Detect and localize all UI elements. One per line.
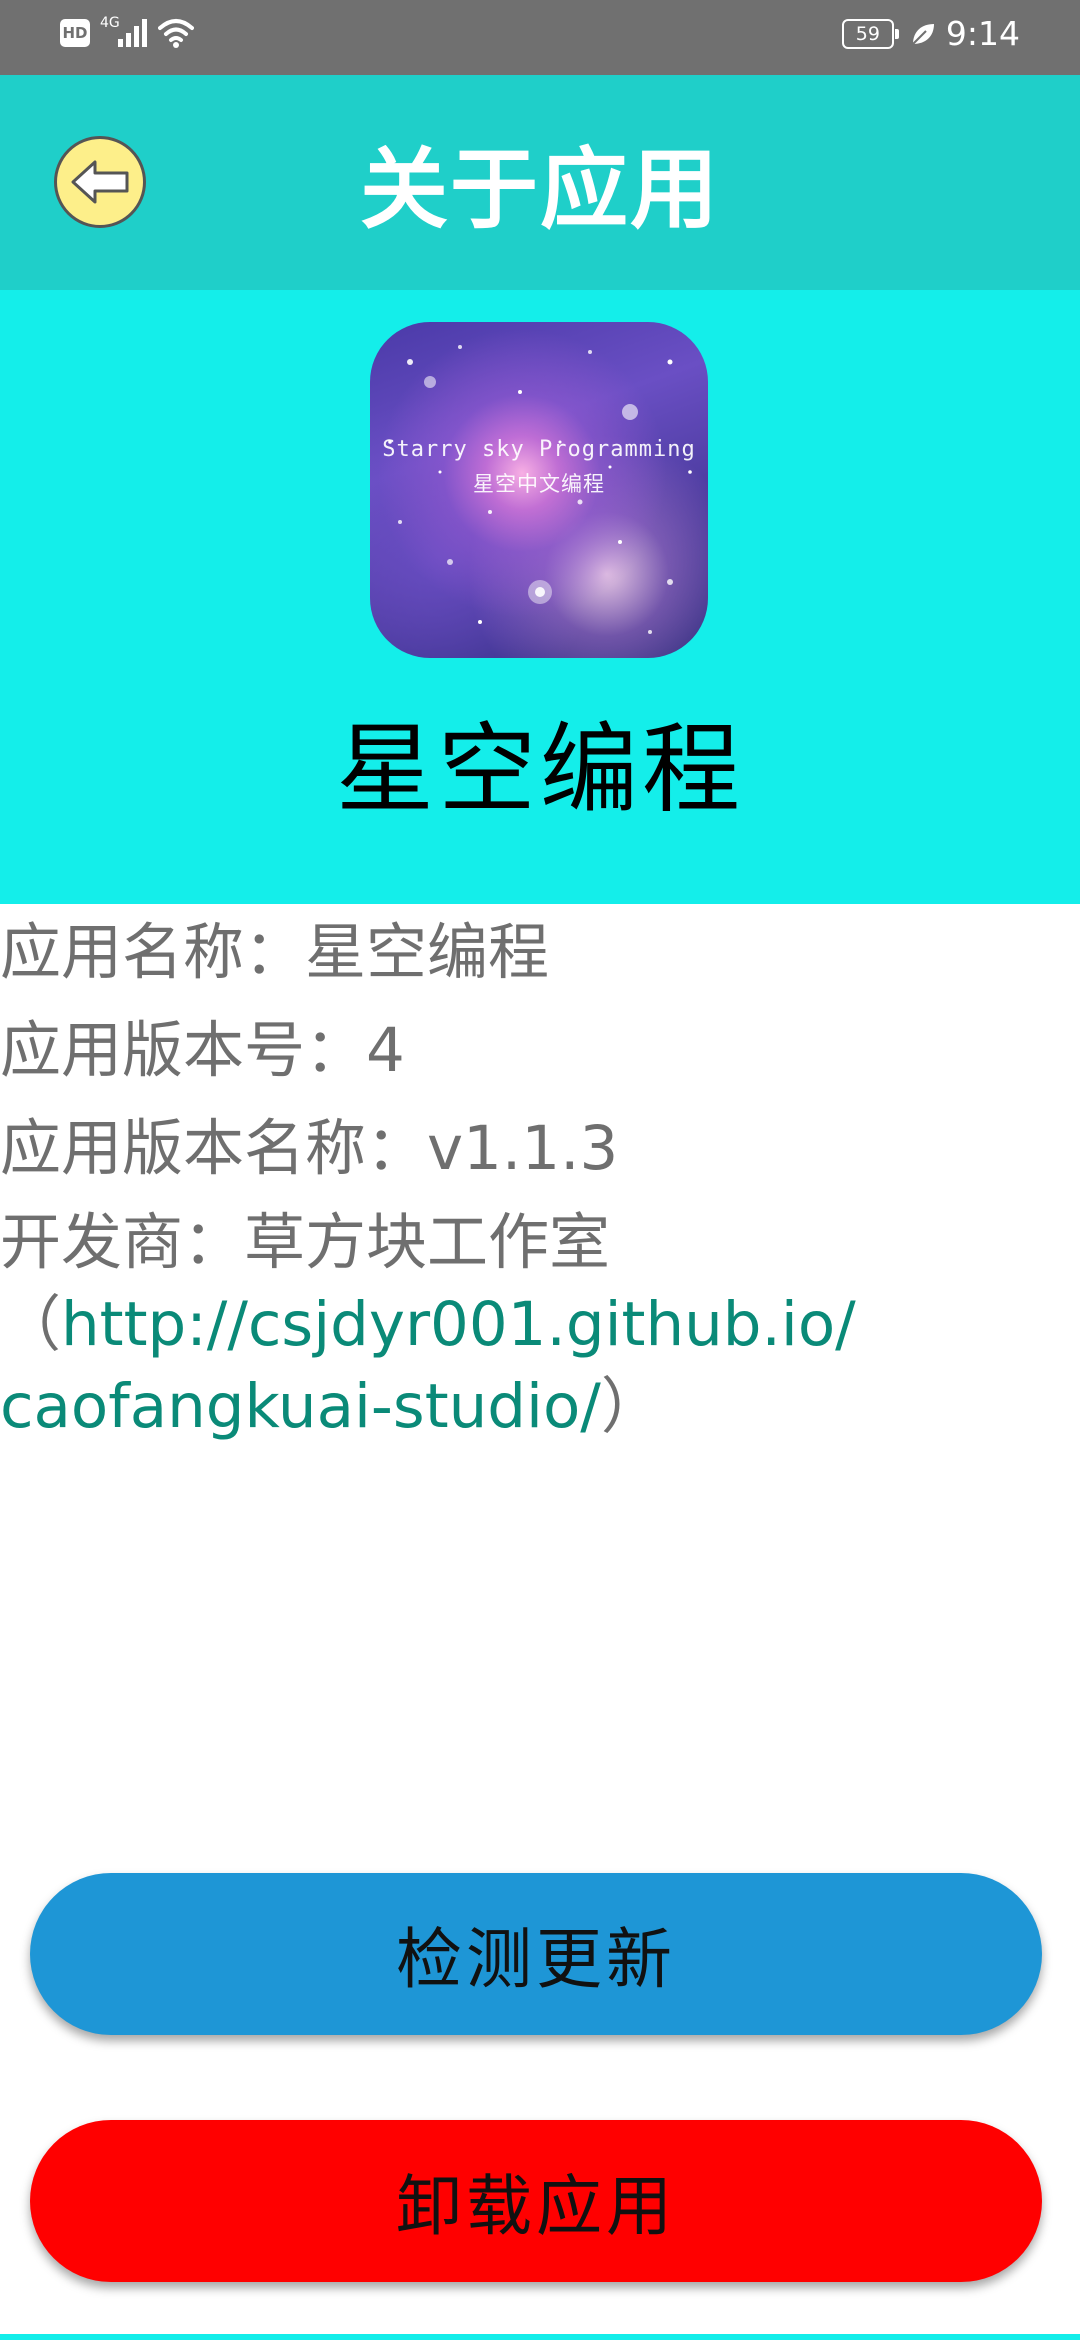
developer-link-part-2[interactable]: caofangkuai-studio/ (0, 1371, 601, 1442)
app-icon-text-zh: 星空中文编程 (473, 472, 605, 496)
app-header-section: Starry sky Programming 星空中文编程 星空编程 (0, 290, 1080, 904)
version-name-row: 应用版本名称：v1.1.3 (0, 1100, 1080, 1198)
leaf-icon (912, 23, 934, 45)
version-code-row: 应用版本号：4 (0, 1002, 1080, 1100)
battery-level: 59 (855, 22, 880, 45)
app-display-name: 星空编程 (335, 713, 744, 827)
signal-icon (117, 19, 147, 47)
back-arrow-icon (71, 160, 129, 204)
app-name-row: 应用名称：星空编程 (0, 904, 1080, 1002)
battery-icon: 59 (841, 18, 899, 49)
app-name-value: 星空编程 (305, 917, 550, 988)
check-update-button[interactable]: 检测更新 (30, 1873, 1042, 2035)
hd-badge: HD (60, 19, 90, 47)
status-left-group: HD 4G (60, 15, 194, 48)
uninstall-app-button[interactable]: 卸载应用 (30, 2120, 1042, 2282)
wifi-icon (157, 19, 194, 48)
about-app-screen: HD 4G 59 9:14 关于应用 Starry sky Programmin… (0, 0, 1080, 2340)
version-name-label: 应用版本名称： (0, 1113, 428, 1184)
status-right-group: 59 9:14 (841, 14, 1020, 53)
developer-name-line: 开发商：草方块工作室 (0, 1202, 1080, 1284)
version-name-value: v1.1.3 (427, 1113, 619, 1184)
app-icon-text-en: Starry sky Programming (382, 437, 696, 462)
network-type-label: 4G (100, 15, 120, 31)
version-code-label: 应用版本号： (0, 1015, 367, 1086)
developer-row: 开发商：草方块工作室 （http://csjdyr001.github.io/ … (0, 1202, 1080, 1448)
developer-label: 开发商： (0, 1207, 245, 1278)
app-icon: Starry sky Programming 星空中文编程 (370, 322, 708, 658)
bottom-divider (0, 2334, 1080, 2340)
developer-url-line-2: caofangkuai-studio/） (0, 1366, 1080, 1448)
status-bar: HD 4G 59 9:14 (0, 0, 1080, 75)
developer-value: 草方块工作室 (244, 1207, 611, 1278)
back-button[interactable] (54, 136, 146, 228)
developer-url-line-1: （http://csjdyr001.github.io/ (0, 1284, 1080, 1366)
app-info-section: 应用名称：星空编程 应用版本号：4 应用版本名称：v1.1.3 开发商：草方块工… (0, 904, 1080, 1448)
page-title: 关于应用 (359, 138, 720, 241)
title-bar: 关于应用 (0, 75, 1080, 290)
status-time: 9:14 (945, 14, 1020, 53)
developer-paren-close: ） (600, 1371, 662, 1442)
developer-link-part-1[interactable]: http://csjdyr001.github.io/ (61, 1289, 856, 1360)
version-code-value: 4 (366, 1015, 405, 1086)
app-name-label: 应用名称： (0, 917, 306, 988)
developer-paren-open: （ (0, 1289, 62, 1360)
